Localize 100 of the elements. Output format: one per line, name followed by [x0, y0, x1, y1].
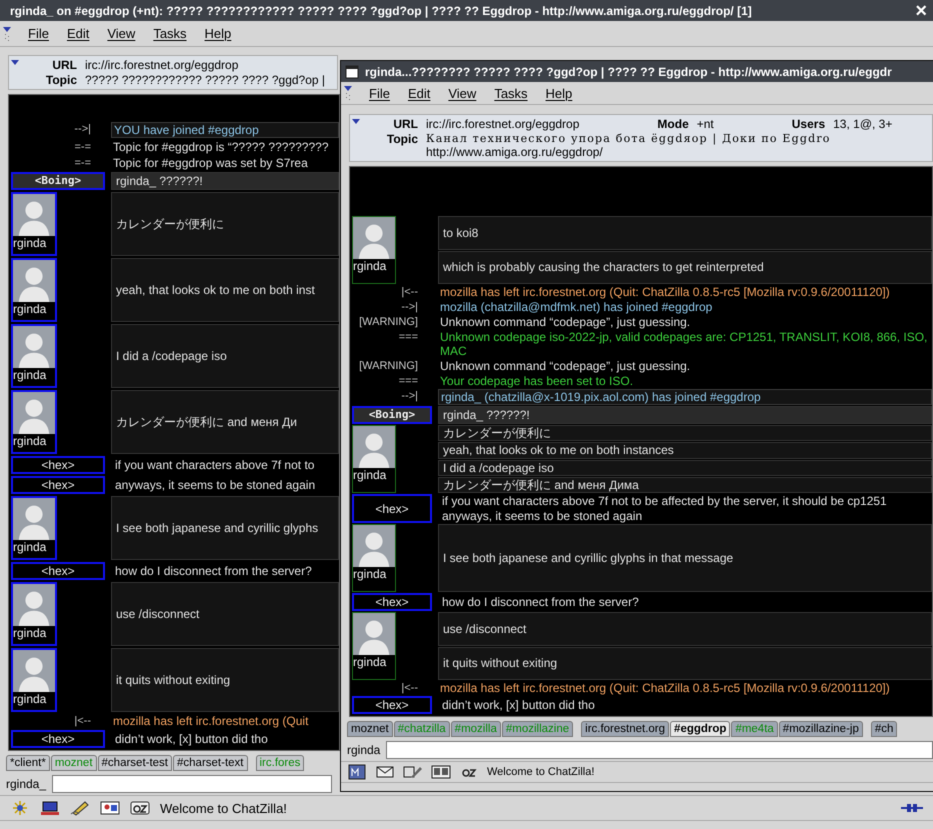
menu-item[interactable]: Tasks: [146, 26, 194, 41]
avatar-silhouette: [13, 650, 55, 692]
event-message: Unknown command “codepage”, just guessing.: [439, 359, 692, 373]
chat-message: I see both japanese and cyrillic glyphs: [111, 496, 339, 560]
message-prefix: =-=: [73, 156, 92, 170]
menu-item[interactable]: Help: [538, 86, 580, 100]
chat-message: I see both japanese and cyrillic glyphs in that message: [438, 524, 932, 592]
event-message: Unknown command “codepage”, just guessing.: [439, 315, 692, 329]
nickname: <hex>: [41, 732, 75, 746]
field-label: Topic: [44, 73, 77, 87]
chat-message: use /disconnect: [111, 582, 339, 646]
field-value: Канал технического упора бота ёggdяор | Доки по Eggdro: [426, 132, 831, 145]
view-tab[interactable]: #charset-text: [173, 755, 248, 771]
field-label: URL: [51, 58, 77, 72]
chat-message: which is probably causing the characters to get reinterpreted: [438, 250, 932, 284]
message-prefix: |<--: [400, 285, 419, 299]
avatar-silhouette: [13, 392, 55, 434]
avatar-silhouette: [13, 584, 55, 626]
field-label: Mode: [657, 117, 689, 131]
nickname-label[interactable]: rginda: [347, 743, 380, 757]
menu-item[interactable]: Edit: [60, 26, 96, 41]
nickname: rginda: [13, 434, 46, 448]
chat-message: it quits without exiting: [111, 648, 339, 712]
nickname: <hex>: [41, 478, 75, 492]
window-menu-icon[interactable]: [345, 64, 359, 78]
event-message: Unknown codepage iso-2022-jp, valid codepages are: CP1251, TRANSLIT, KOI8, 866, ISO, MAC: [439, 330, 928, 358]
pen-icon[interactable]: [70, 800, 90, 816]
nickname: rginda: [13, 692, 46, 706]
message-prefix: -->|: [400, 389, 419, 404]
view-tab[interactable]: #eggdrop: [670, 721, 730, 737]
field-label: URL: [392, 117, 418, 131]
menu-item[interactable]: File: [362, 86, 397, 100]
nickname: <Boing>: [34, 174, 82, 188]
chat-message: yeah, that looks ok to me on both inst: [111, 258, 339, 322]
chat-message: didn’t work, [x] button did tho: [441, 697, 596, 714]
nickname: rginda: [353, 567, 386, 581]
message-prefix: -->|: [73, 122, 92, 137]
chat-message: if you want characters above 7f not to be affected by the server, it should be cp1251: [441, 494, 888, 508]
message-prefix: |<--: [400, 681, 419, 695]
pen-icon[interactable]: [403, 764, 423, 780]
message-input[interactable]: [386, 741, 933, 759]
menu-item[interactable]: Edit: [400, 86, 438, 100]
nickname: <hex>: [375, 595, 409, 609]
chat-message: how do I disconnect from the server?: [114, 563, 313, 580]
nickname: rginda: [13, 540, 46, 554]
event-message: rginda_ (chatzilla@x-1019.pix.aol.com) has joined #eggdrop: [438, 389, 932, 405]
message-prefix: -->|: [400, 300, 419, 314]
nickname: <Boing>: [368, 408, 416, 422]
chat-message: rginda_ ??????!: [111, 172, 339, 190]
event-message: mozilla has left irc.forestnet.org (Quit: ChatZilla 0.8.5-rc5 [Mozilla rv:0.9.6/20011120]): [439, 681, 891, 695]
message-input[interactable]: [52, 775, 332, 793]
chat-message: use /disconnect: [438, 612, 932, 646]
window-title: rginda...???????? ????? ???? ?ggd?op | ???? ?? Eggdrop - http://www.amiga.org.ru/eggdr: [365, 64, 892, 78]
nickname: rginda: [353, 259, 386, 273]
chat-message: anyways, it seems to be stoned again: [114, 477, 316, 494]
view-tab[interactable]: irc.forestnet.org: [581, 721, 670, 737]
avatar-silhouette: [13, 260, 55, 302]
chat-message: yeah, that looks ok to me on both instances: [438, 442, 932, 458]
chat-message: to koi8: [438, 216, 932, 250]
field-label: Topic: [386, 132, 418, 146]
menu-item[interactable]: Help: [198, 26, 238, 41]
view-tab[interactable]: #mozillazine-jp: [778, 721, 863, 737]
status-text: Welcome to ChatZilla!: [160, 800, 287, 816]
view-tab[interactable]: #charset-test: [98, 755, 172, 771]
menu-item[interactable]: File: [21, 26, 56, 41]
nickname: rginda: [13, 368, 46, 382]
message-prefix: [WARNING]: [358, 359, 419, 373]
computer-icon[interactable]: [40, 800, 60, 816]
event-message: mozilla has left irc.forestnet.org (Quit: ChatZilla 0.8.5-rc5 [Mozilla rv:0.9.6/20011120]): [439, 285, 891, 299]
message-prefix: [WARNING]: [358, 315, 419, 329]
envelope-icon[interactable]: [375, 764, 395, 780]
address-card-icon[interactable]: [431, 764, 451, 780]
chat-message: if you want characters above 7f not to: [114, 457, 316, 474]
avatar-silhouette: [353, 426, 395, 468]
chat-message: カレンダーが便利に: [438, 425, 932, 442]
chat-icon[interactable]: [130, 800, 150, 816]
chat-message: it quits without exiting: [438, 646, 932, 680]
message-prefix: =-=: [73, 140, 92, 154]
plug-icon: [901, 802, 923, 814]
view-tab[interactable]: *client*: [6, 755, 50, 771]
avatar-silhouette: [13, 194, 55, 236]
avatar-silhouette: [353, 217, 395, 259]
menu-item[interactable]: Tasks: [487, 86, 535, 100]
event-message: Your codepage has been set to ISO.: [439, 374, 634, 388]
starburst-icon[interactable]: [10, 800, 30, 816]
nickname-label[interactable]: rginda_: [6, 777, 46, 791]
field-value: irc://irc.forestnet.org/eggdrop: [85, 58, 238, 72]
nickname: <hex>: [41, 564, 75, 578]
chat-message: rginda_ ??????!: [438, 406, 932, 424]
chat-message: カレンダーが便利に and меня Дима: [438, 476, 932, 493]
chat-message: I did a /codepage iso: [438, 460, 932, 476]
nickname: rginda: [353, 468, 386, 482]
address-card-icon[interactable]: [100, 800, 120, 816]
status-text: Welcome to ChatZilla!: [487, 766, 594, 778]
close-button[interactable]: ×: [913, 2, 929, 20]
menu-item[interactable]: View: [441, 86, 484, 100]
menu-item[interactable]: View: [100, 26, 142, 41]
view-tab[interactable]: moznet: [347, 721, 393, 737]
nickname: rginda: [13, 626, 46, 640]
view-tab[interactable]: #ch: [870, 721, 898, 737]
